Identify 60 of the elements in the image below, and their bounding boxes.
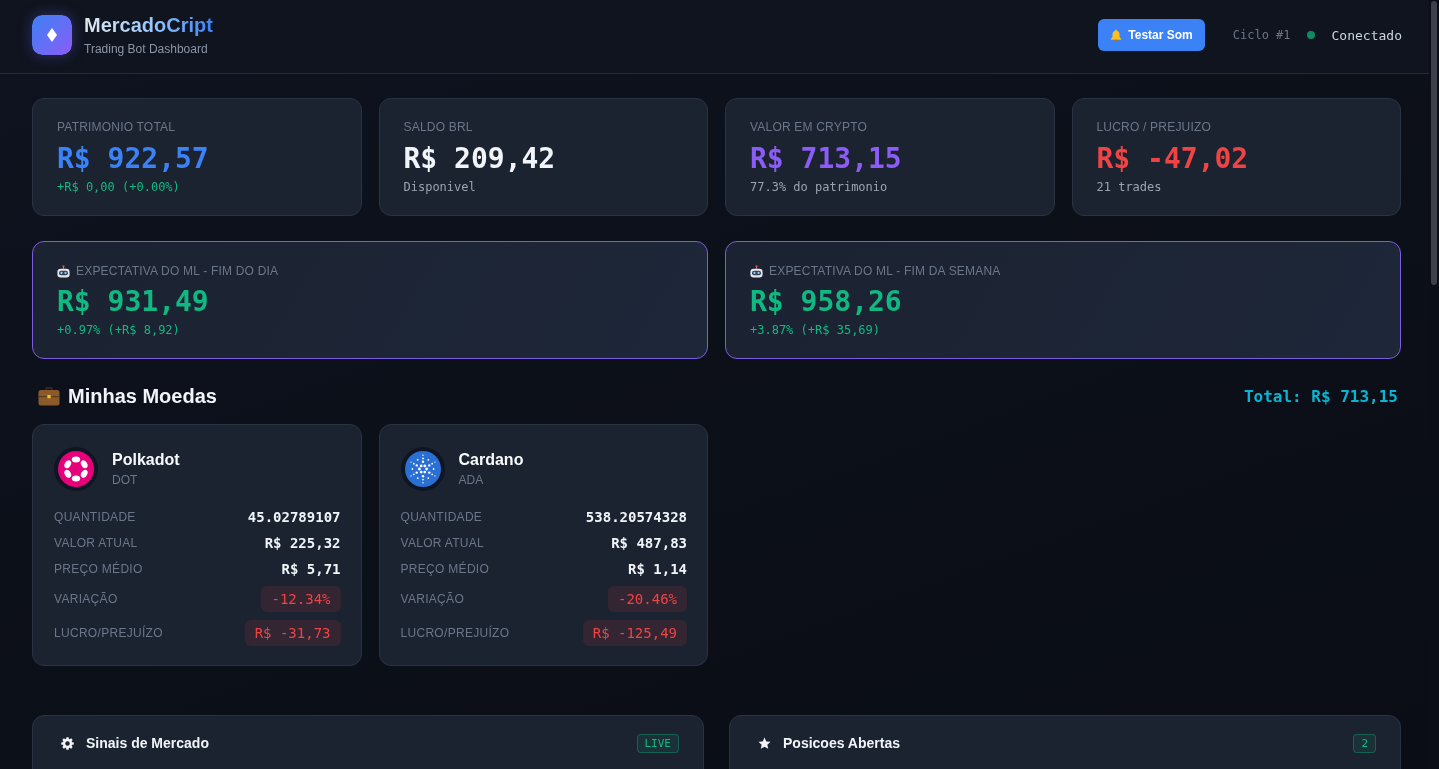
change-value: R$ -31,73 <box>244 620 341 646</box>
forecast-value: R$ 958,26 <box>750 285 902 319</box>
field-value: R$ 5,71 <box>281 560 341 578</box>
field-label: PREÇO MÉDIO <box>400 561 490 577</box>
field-value: 45.02789107 <box>247 508 341 526</box>
app-subtitle: Trading Bot Dashboard <box>84 41 209 57</box>
change-value: R$ -125,49 <box>582 620 687 646</box>
field-label: VARIAÇÃO <box>400 591 465 607</box>
forecast-label: EXPECTATIVA DO ML - FIM DA SEMANA <box>769 263 1001 279</box>
stat-label: PATRIMONIO TOTAL <box>57 119 177 135</box>
field-label: VARIAÇÃO <box>54 591 118 607</box>
field-value: R$ 487,83 <box>611 534 687 552</box>
logo-icon <box>32 15 72 55</box>
stat-label: LUCRO / PREJUIZO <box>1096 119 1213 135</box>
field-value: R$ 225,32 <box>264 534 341 552</box>
forecast-change: +3.87% (+R$ 35,69) <box>750 322 881 338</box>
gear-icon <box>61 736 74 750</box>
field-label: QUANTIDADE <box>400 509 483 525</box>
change-value: -12.34% <box>261 586 341 612</box>
portfolio-total: Total: R$ 713,15 <box>1243 386 1398 406</box>
field-label: LUCRO/PREJUÍZO <box>400 625 510 641</box>
stat-note: 21 trades <box>1096 179 1162 195</box>
connection-status: Conectado <box>1331 27 1402 43</box>
panel-badge: LIVE <box>636 733 679 753</box>
field-value: R$ 1,14 <box>628 560 687 578</box>
stat-note: Disponivel <box>403 179 476 195</box>
test-sound-button[interactable]: Testar Som <box>1098 19 1205 51</box>
field-value: 538.20574328 <box>585 508 687 526</box>
stat-label: SALDO BRL <box>403 119 474 135</box>
bell-icon <box>1110 28 1123 42</box>
stat-value: R$ 922,57 <box>57 142 209 176</box>
stat-label: VALOR EM CRYPTO <box>750 119 869 135</box>
stat-value: R$ 713,15 <box>750 142 902 176</box>
briefcase-icon <box>38 386 60 406</box>
panel-badge: 2 <box>1353 733 1376 753</box>
stat-note: 77.3% do patrimonio <box>750 179 888 195</box>
field-label: LUCRO/PREJUÍZO <box>54 625 163 641</box>
robot-icon <box>750 264 763 278</box>
stat-value: R$ -47,02 <box>1096 142 1249 176</box>
field-label: PREÇO MÉDIO <box>54 561 143 577</box>
forecast-change: +0.97% (+R$ 8,92) <box>57 322 180 338</box>
scrollbar-thumb[interactable] <box>1431 1 1437 285</box>
coin-name: Cardano <box>458 450 524 470</box>
robot-icon <box>57 264 70 278</box>
field-label: VALOR ATUAL <box>54 535 138 551</box>
panel-title: Sinais de Mercado <box>86 734 209 752</box>
stat-value: R$ 209,42 <box>403 142 556 176</box>
cycle-counter: Ciclo #1 <box>1232 28 1291 42</box>
forecast-value: R$ 931,49 <box>57 285 209 319</box>
panel-title: Posicoes Abertas <box>783 734 900 752</box>
star-icon <box>758 736 771 750</box>
forecast-label: EXPECTATIVA DO ML - FIM DO DIA <box>76 263 279 279</box>
coin-symbol: ADA <box>458 472 485 488</box>
section-title: Minhas Moedas <box>68 384 217 408</box>
change-value: -20.46% <box>608 586 687 612</box>
field-label: QUANTIDADE <box>54 509 136 525</box>
coin-symbol: DOT <box>112 472 139 488</box>
field-label: VALOR ATUAL <box>400 535 485 551</box>
stat-note: +R$ 0,00 (+0.00%) <box>57 179 180 195</box>
coin-name: Polkadot <box>112 450 180 470</box>
